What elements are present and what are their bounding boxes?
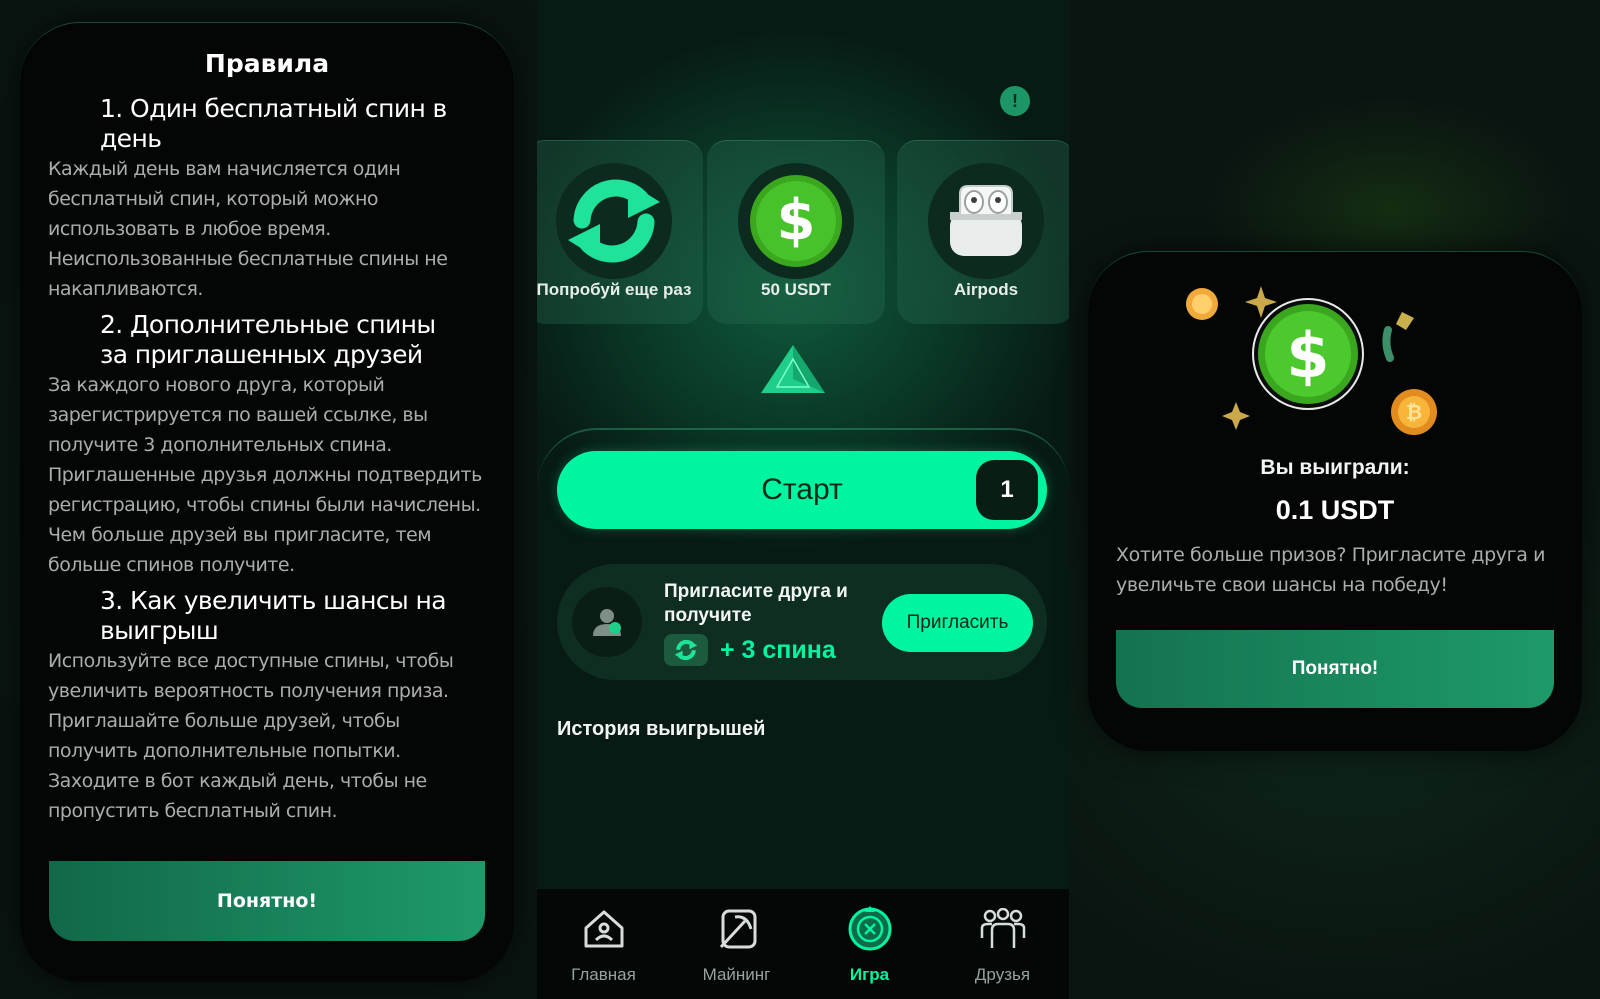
- pickaxe-icon: [715, 905, 759, 953]
- rule-heading: 2. Дополнительные спины за приглашенных …: [100, 310, 436, 369]
- bonus-text: + 3 спина: [720, 635, 836, 664]
- game-screen: ! Попробуй еще раз $ 50 USDT Airpods Ста…: [537, 0, 1069, 999]
- coin-icon: [1186, 288, 1218, 320]
- nav-label: Друзья: [974, 965, 1031, 984]
- rules-ok-button[interactable]: Понятно!: [49, 861, 485, 941]
- invite-bonus: + 3 спина: [664, 634, 836, 666]
- prize-card-50-usdt: $ 50 USDT: [707, 140, 885, 324]
- start-button[interactable]: Старт 1: [557, 451, 1047, 529]
- win-illustration: $ ₿: [1186, 286, 1437, 435]
- rule-section-1: 1. Один бесплатный спин в день Каждый де…: [48, 94, 486, 304]
- nav-item-home[interactable]: Главная: [537, 889, 670, 999]
- game-wheel-icon: [847, 905, 893, 953]
- start-label: Старт: [761, 473, 843, 506]
- nav-label: Главная: [571, 965, 636, 984]
- refresh-icon: [556, 163, 672, 279]
- invite-card: Пригласите друга и получите + 3 спина Пр…: [557, 564, 1047, 680]
- nav-item-friends[interactable]: Друзья: [936, 889, 1069, 999]
- svg-text:$: $: [1286, 319, 1329, 392]
- invite-button[interactable]: Пригласить: [882, 594, 1033, 652]
- nav-label: Игра: [849, 965, 890, 984]
- prize-label: Попробуй еще раз: [537, 280, 692, 299]
- spin-count-badge: 1: [976, 460, 1038, 520]
- win-ok-button[interactable]: Понятно!: [1116, 630, 1554, 708]
- win-label: Вы выиграли:: [1260, 456, 1410, 479]
- airpods-icon: [928, 163, 1044, 279]
- history-title: История выигрышей: [557, 718, 766, 740]
- prize-card-airpods: Airpods: [897, 140, 1069, 324]
- ribbon-icon: [1382, 326, 1394, 362]
- dollar-coin-icon: $: [1252, 298, 1364, 410]
- bottom-nav: Главная Майнинг Игра Друзья: [537, 889, 1069, 999]
- user-add-icon: [572, 587, 642, 657]
- win-description: Хотите больше призов? Пригласите друга и…: [1116, 544, 1546, 596]
- nav-item-game[interactable]: Игра: [803, 889, 936, 999]
- win-amount: 0.1 USDT: [1275, 495, 1395, 525]
- rules-title: Правила: [204, 49, 330, 78]
- rule-heading: 1. Один бесплатный спин в день: [100, 94, 447, 153]
- rule-body: Каждый день вам начисляется один бесплат…: [48, 158, 448, 300]
- rule-body: За каждого нового друга, который зарегис…: [48, 374, 482, 576]
- rule-section-3: 3. Как увеличить шансы на выигрыш Исполь…: [48, 586, 486, 826]
- svg-text:₿: ₿: [1406, 400, 1422, 424]
- prize-label: 50 USDT: [761, 280, 831, 299]
- prize-card-retry: Попробуй еще раз: [537, 140, 703, 324]
- nav-item-mining[interactable]: Майнинг: [670, 889, 803, 999]
- home-icon: [582, 905, 626, 953]
- rule-heading: 3. Как увеличить шансы на выигрыш: [100, 586, 447, 645]
- dollar-coin-icon: $: [738, 163, 854, 279]
- svg-text:$: $: [777, 188, 816, 253]
- rules-modal: Правила 1. Один бесплатный спин в день К…: [20, 22, 514, 982]
- rule-body: Используйте все доступные спины, чтобы у…: [48, 650, 454, 822]
- info-icon[interactable]: !: [1000, 86, 1030, 116]
- refresh-icon: [664, 634, 708, 666]
- win-modal: $ ₿ Вы выиграли: 0.1 USDT Хотите больше …: [1088, 251, 1582, 751]
- rule-section-2: 2. Дополнительные спины за приглашенных …: [48, 310, 486, 580]
- wheel-pointer-icon: [761, 345, 825, 393]
- friends-icon: [980, 905, 1026, 953]
- coin-icon: ₿: [1391, 389, 1437, 435]
- prize-label: Airpods: [953, 280, 1019, 299]
- nav-label: Майнинг: [702, 965, 771, 984]
- invite-text: Пригласите друга и получите: [664, 581, 848, 626]
